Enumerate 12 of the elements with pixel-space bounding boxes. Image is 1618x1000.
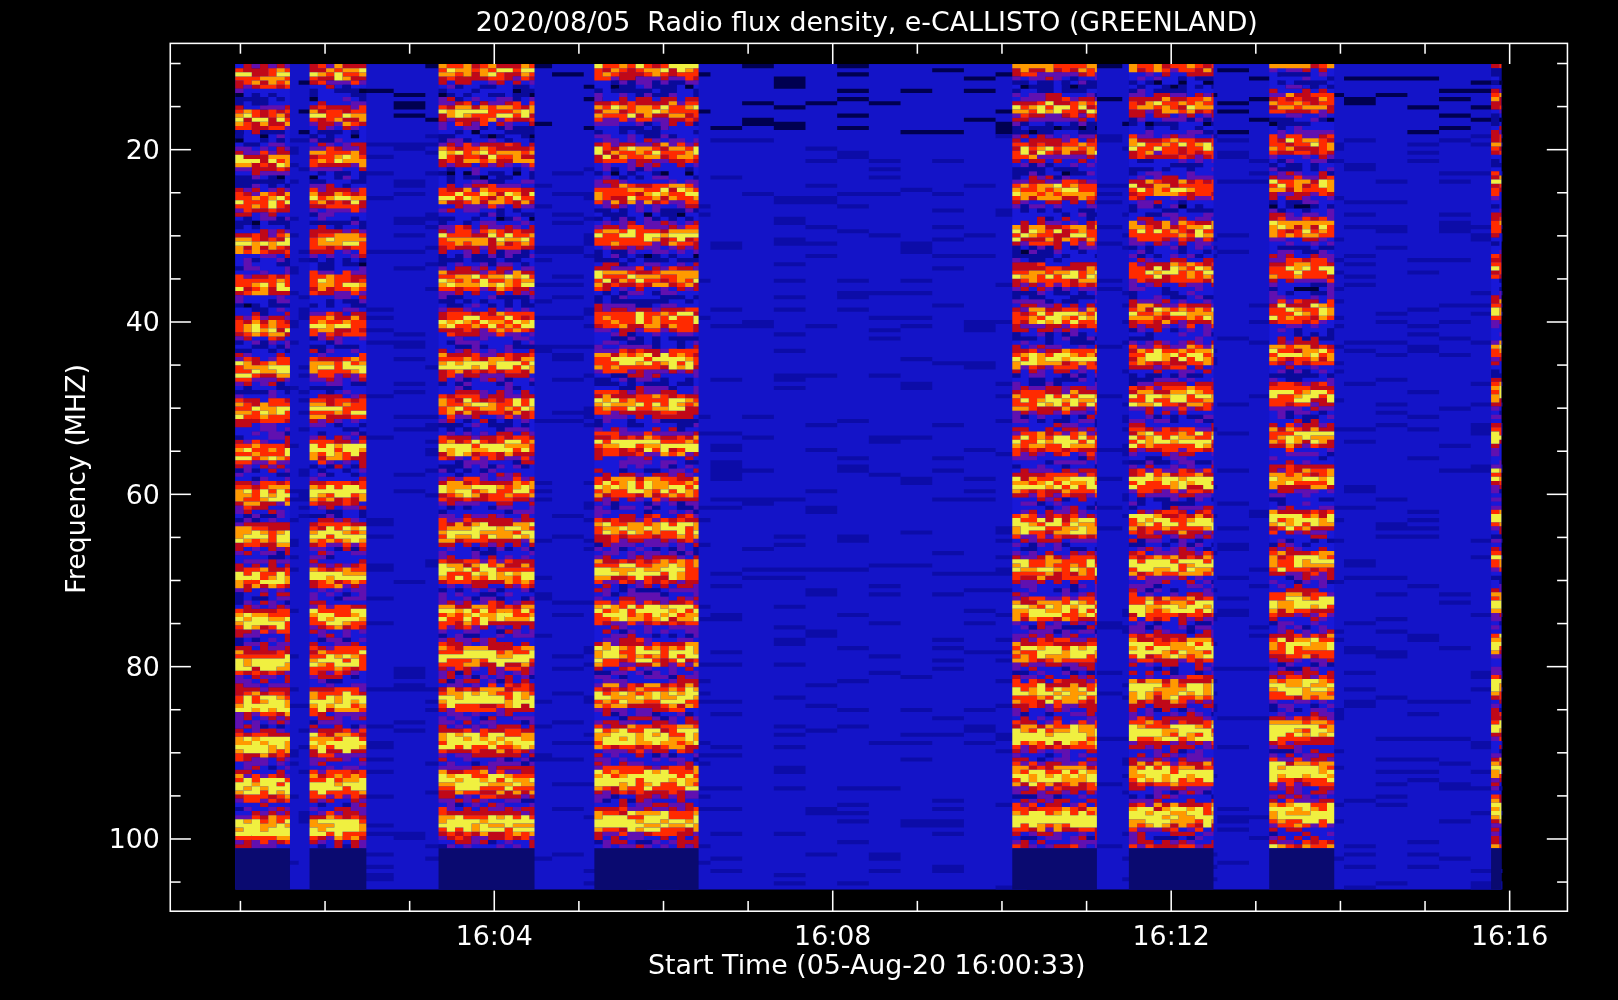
x-tick-label: 16:04	[455, 920, 533, 952]
y-tick-label: 40	[125, 306, 160, 338]
chart-title: 2020/08/05 Radio flux density, e-CALLISTO (GREENLAND)	[475, 6, 1258, 37]
y-tick-label: 100	[108, 823, 160, 855]
y-tick-label: 20	[125, 133, 160, 165]
y-tick-label: 60	[125, 478, 160, 510]
x-tick-label: 16:12	[1132, 920, 1210, 952]
y-axis-title: Frequency (MHZ)	[59, 364, 91, 594]
x-axis-title: Start Time (05-Aug-20 16:00:33)	[648, 949, 1086, 981]
x-tick-label: 16:16	[1471, 920, 1549, 952]
y-tick-label: 80	[125, 650, 160, 682]
x-tick-label: 16:08	[794, 920, 872, 952]
